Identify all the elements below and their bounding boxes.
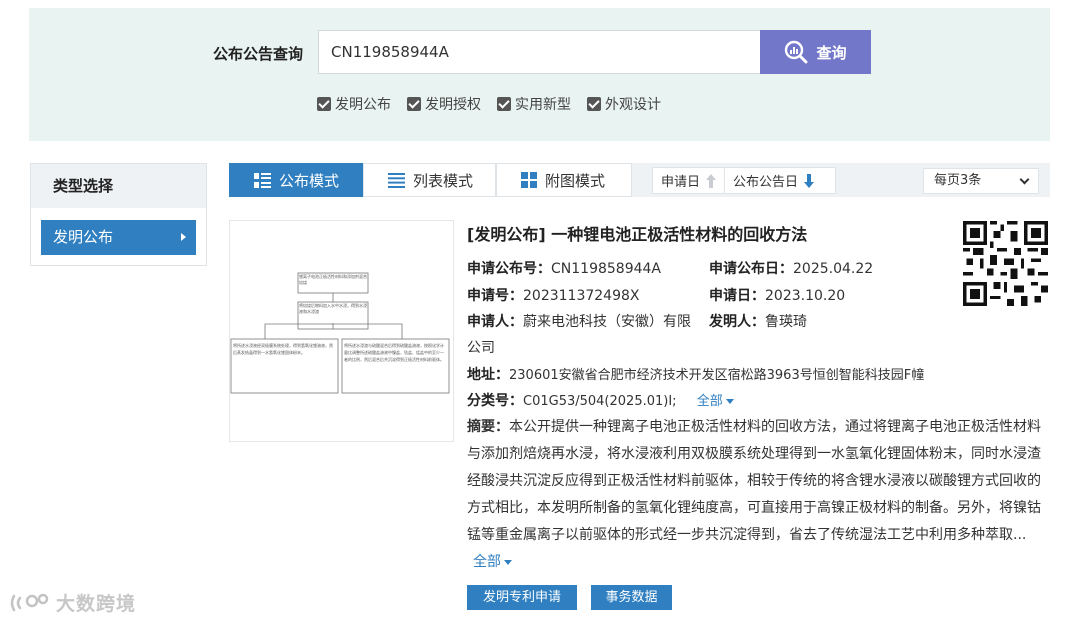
qr-code-icon [963,221,1048,306]
address: 地址：230601安徽省合肥市经济技术开发区宿松路3963号恒创智能科技园F幢 [467,364,924,384]
caret-down-icon [504,559,512,565]
field-value: 2023.10.20 [765,288,846,304]
field-label: 申请号： [467,288,523,304]
chevron-down-icon [1019,174,1030,185]
field-label: 申请公布日： [709,261,793,277]
tab-publication-mode[interactable]: 公布模式 [229,163,363,197]
checkbox-checked-icon[interactable] [407,97,421,111]
lines-icon [388,172,405,188]
search-button-label: 查询 [816,43,847,62]
caret-down-icon [725,399,734,404]
application-date: 申请日：2023.10.20 [709,285,845,305]
list-layout-icon [254,172,271,188]
checkbox-checked-icon[interactable] [497,97,511,111]
filter-invention-grant[interactable]: 发明授权 [407,94,481,114]
applicant: 申请人：蔚来电池科技（安徽）有限 [467,311,691,331]
sidebar-item-invention-publication[interactable]: 发明公布 [41,220,196,255]
sort-by-application-date[interactable]: 申请日 [653,168,724,193]
search-input[interactable] [318,30,762,74]
per-page-select[interactable]: 每页3条 [923,168,1039,194]
tab-list-mode[interactable]: 列表模式 [363,163,496,197]
grid-icon [521,172,537,188]
field-label: 摘要： [467,419,509,435]
application-number: 申请号：202311372498X [467,285,639,305]
type-sidebar: 类型选择 发明公布 [30,163,207,266]
filter-invention-publication[interactable]: 发明公布 [317,94,391,114]
checkbox-checked-icon[interactable] [317,97,331,111]
field-value: 2025.04.22 [793,261,874,277]
brand-logo-icon [10,593,49,611]
caret-right-icon [181,233,186,241]
arrow-down-icon [804,173,815,188]
field-value: 鲁瑛琦 [765,314,807,330]
search-label: 公布公告查询 [213,45,304,63]
watermark-text: 大数跨境 [56,593,137,615]
tab-label: 列表模式 [413,171,474,190]
filter-design[interactable]: 外观设计 [587,94,661,114]
per-page-value: 每页3条 [934,173,982,188]
type-filters: 发明公布 发明授权 实用新型 外观设计 [317,94,661,114]
filter-label: 发明授权 [425,97,481,113]
flow-text-2: 将焙烧后物料加入水中水浸，得到水浸液和水浸渣 [299,303,367,314]
field-label: 申请公布号： [467,261,551,277]
field-label: 发明人： [709,314,765,330]
arrow-up-icon [706,173,717,188]
field-value: C01G53/504(2025.01)I; [523,394,677,409]
watermark: 大数跨境 [8,589,136,616]
field-label: 分类号： [467,393,523,409]
invention-application-button[interactable]: 发明专利申请 [467,585,577,610]
field-label: 地址： [467,367,509,383]
sort-label: 申请日 [661,175,701,190]
tab-label: 附图模式 [545,171,606,190]
inventor: 发明人：鲁瑛琦 [709,311,807,331]
link-label: 全部 [696,394,723,409]
applicant-continued: 公司 [467,340,495,356]
magnifier-chart-icon [785,40,808,64]
search-button[interactable]: 查询 [760,30,871,74]
flow-text-4: 将所述水浸渣与硫酸混合后得到硫酸盐溶液，按照化学计量比调整所述硫酸盐溶液中镍盐、… [344,343,444,362]
field-label: 申请人： [467,314,523,330]
publication-date: 申请公布日：2025.04.22 [709,258,873,278]
field-label: 申请日： [709,288,765,304]
abstract: 摘要：本公开提供一种锂离子电池正极活性材料的回收方法，通过将锂离子电池正极活性材… [467,414,1050,576]
filter-utility-model[interactable]: 实用新型 [497,94,571,114]
affairs-data-button[interactable]: 事务数据 [591,585,672,610]
sort-label: 公布公告日 [733,175,799,190]
filter-label: 发明公布 [335,97,391,113]
flow-text-1: 锂离子电池正极活性材料和添加剂混合焙烧 [299,274,367,285]
filter-label: 实用新型 [515,97,571,113]
field-value: 蔚来电池科技（安徽）有限 [523,314,691,330]
flowchart-drawing: 锂离子电池正极活性材料和添加剂混合焙烧 将焙烧后物料加入水中水浸，得到水浸液和水… [230,272,450,394]
publication-number: 申请公布号：CN119858944A [467,258,661,278]
sort-by-publication-date[interactable]: 公布公告日 [724,168,822,193]
field-value: 202311372498X [523,288,640,304]
search-panel: 公布公告查询 查询 发明公布 发明授权 实用新型 外观设计 [29,8,1050,141]
result-toolbar: 公布模式 列表模式 附图模式 申请日 公布公告日 每页3条 [229,163,1050,197]
classification-expand-link[interactable]: 全部 [697,394,734,409]
sidebar-item-label: 发明公布 [53,228,114,246]
flow-text-3: 将所述水浸液经双极膜系统处理，得到氢氧化锂溶液，然后蒸发结晶得到一水氢氧化锂固体… [233,343,333,355]
checkbox-checked-icon[interactable] [587,97,601,111]
field-value: CN119858944A [551,261,661,277]
classification: 分类号：C01G53/504(2025.01)I; 全部 [467,390,734,410]
patent-title[interactable]: [发明公布] 一种锂电池正极活性材料的回收方法 [467,221,807,245]
tab-label: 公布模式 [279,171,340,190]
filter-label: 外观设计 [605,97,661,113]
abstract-text: 本公开提供一种锂离子电池正极活性材料的回收方法，通过将锂离子电池正极活性材料与添… [467,419,1041,543]
link-label: 全部 [473,554,501,570]
patent-drawing-thumbnail[interactable]: 锂离子电池正极活性材料和添加剂混合焙烧 将焙烧后物料加入水中水浸，得到水浸液和水… [229,220,454,442]
sidebar-title: 类型选择 [31,164,206,208]
tab-figure-mode[interactable]: 附图模式 [496,163,632,197]
sort-controls: 申请日 公布公告日 [652,167,836,194]
field-value: 230601安徽省合肥市经济技术开发区宿松路3963号恒创智能科技园F幢 [509,368,925,383]
abstract-expand-link[interactable]: 全部 [473,554,512,570]
